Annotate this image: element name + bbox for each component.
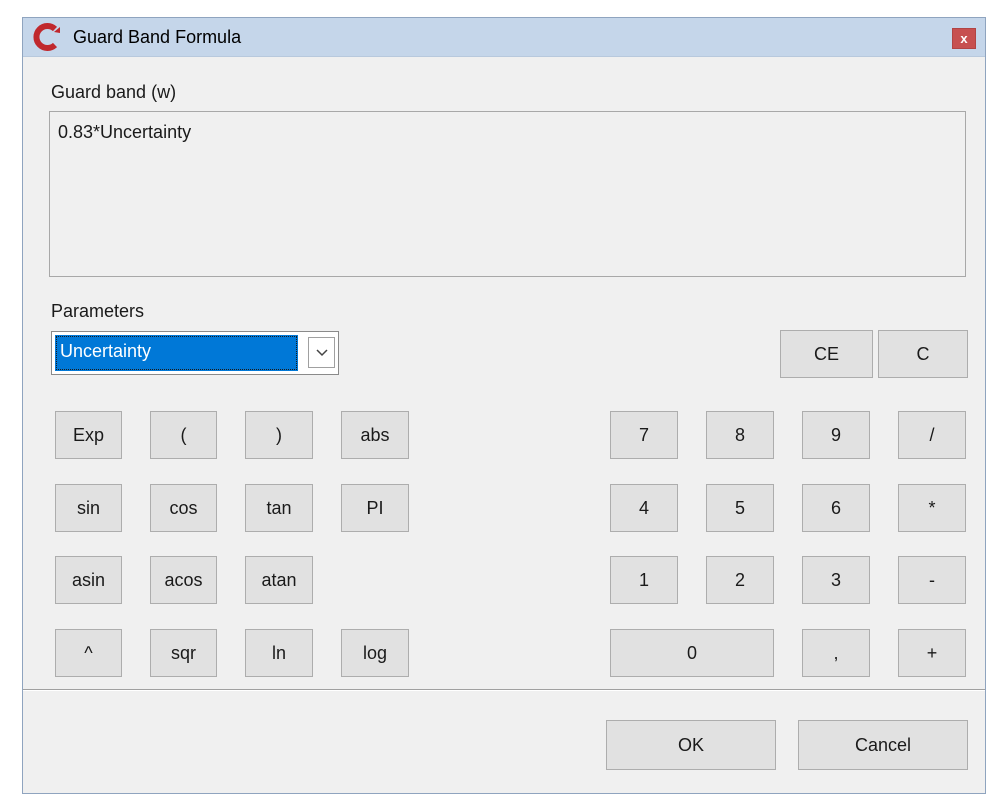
pi-button[interactable]: PI: [341, 484, 409, 532]
close-paren-button[interactable]: ): [245, 411, 313, 459]
log-button[interactable]: log: [341, 629, 409, 677]
digit-7-button[interactable]: 7: [610, 411, 678, 459]
digit-3-button[interactable]: 3: [802, 556, 870, 604]
formula-textarea[interactable]: 0.83*Uncertainty: [49, 111, 966, 277]
ok-button[interactable]: OK: [606, 720, 776, 770]
abs-button[interactable]: abs: [341, 411, 409, 459]
close-icon: x: [960, 31, 968, 46]
footer-divider: [23, 689, 985, 691]
plus-button[interactable]: +: [898, 629, 966, 677]
exp-button[interactable]: Exp: [55, 411, 122, 459]
power-button[interactable]: ^: [55, 629, 122, 677]
minus-button[interactable]: -: [898, 556, 966, 604]
open-paren-button[interactable]: (: [150, 411, 217, 459]
asin-button[interactable]: asin: [55, 556, 122, 604]
decimal-comma-button[interactable]: ,: [802, 629, 870, 677]
parameters-dropdown[interactable]: Uncertainty: [51, 331, 339, 375]
digit-8-button[interactable]: 8: [706, 411, 774, 459]
digit-0-button[interactable]: 0: [610, 629, 774, 677]
app-logo-c-icon: [33, 23, 60, 51]
divide-button[interactable]: /: [898, 411, 966, 459]
multiply-button[interactable]: *: [898, 484, 966, 532]
close-button[interactable]: x: [952, 28, 976, 49]
sin-button[interactable]: sin: [55, 484, 122, 532]
digit-5-button[interactable]: 5: [706, 484, 774, 532]
sqr-button[interactable]: sqr: [150, 629, 217, 677]
digit-1-button[interactable]: 1: [610, 556, 678, 604]
clear-button[interactable]: C: [878, 330, 968, 378]
formula-label: Guard band (w): [51, 82, 177, 102]
dropdown-arrow-button[interactable]: [308, 337, 335, 368]
digit-4-button[interactable]: 4: [610, 484, 678, 532]
cos-button[interactable]: cos: [150, 484, 217, 532]
dialog-window: Guard Band Formula x Guard band (w) 0.83…: [22, 17, 986, 794]
clear-entry-button[interactable]: CE: [780, 330, 873, 378]
cancel-button[interactable]: Cancel: [798, 720, 968, 770]
acos-button[interactable]: acos: [150, 556, 217, 604]
digit-9-button[interactable]: 9: [802, 411, 870, 459]
window-title: Guard Band Formula: [73, 27, 242, 47]
tan-button[interactable]: tan: [245, 484, 313, 532]
digit-6-button[interactable]: 6: [802, 484, 870, 532]
title-bar[interactable]: Guard Band Formula x: [23, 18, 985, 57]
chevron-down-icon: [315, 348, 328, 356]
ln-button[interactable]: ln: [245, 629, 313, 677]
atan-button[interactable]: atan: [245, 556, 313, 604]
parameters-label: Parameters: [51, 301, 145, 321]
parameters-selected-value: Uncertainty: [55, 335, 298, 371]
digit-2-button[interactable]: 2: [706, 556, 774, 604]
